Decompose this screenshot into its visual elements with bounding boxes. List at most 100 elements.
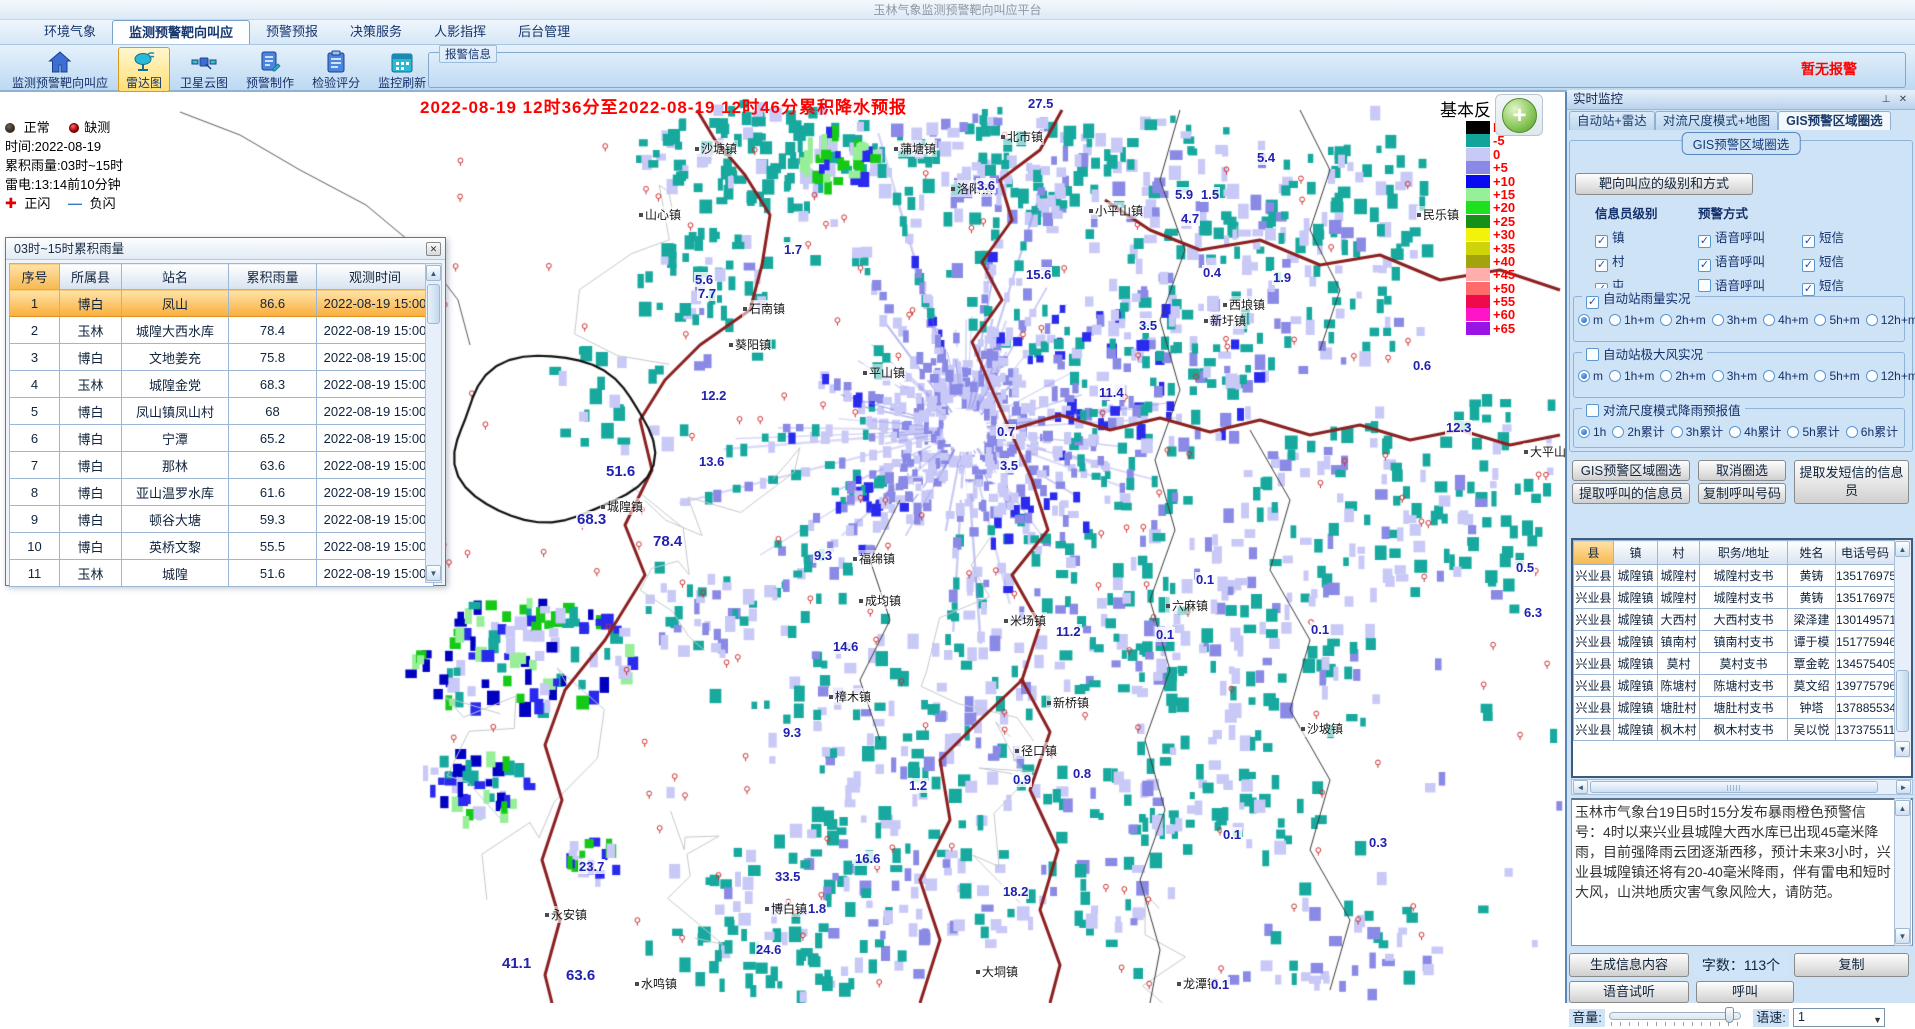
contacts-row[interactable]: 兴业县城隍镇镇南村镇南村支书谭于模151775946 <box>1574 631 1895 653</box>
generate-message-button[interactable]: 生成信息内容 <box>1569 953 1689 977</box>
radio-option-m[interactable]: m <box>1578 313 1603 327</box>
radio-icon[interactable] <box>1660 314 1672 326</box>
radio-icon[interactable] <box>1729 426 1741 438</box>
contacts-col-姓名[interactable]: 姓名 <box>1788 541 1836 565</box>
radio-option-2h+m[interactable]: 2h+m <box>1660 369 1705 383</box>
contacts-col-村[interactable]: 村 <box>1658 541 1700 565</box>
panel-tab-对流尺度模式+地图[interactable]: 对流尺度模式+地图 <box>1655 111 1778 130</box>
contacts-row[interactable]: 兴业县城隍镇城隍村城隍村支书黄铸135176975 <box>1574 565 1895 587</box>
scrollbar-thumb[interactable] <box>1896 670 1909 732</box>
toolbar-button-预警制作[interactable]: 预警制作 <box>238 47 302 92</box>
rain-col-所属县[interactable]: 所属县 <box>60 264 122 290</box>
radio-icon[interactable] <box>1814 370 1826 382</box>
level-mode-button[interactable]: 靶向叫应的级别和方式 <box>1575 173 1753 195</box>
radio-option-2h累计[interactable]: 2h累计 <box>1612 423 1664 440</box>
rain-table-row[interactable]: 9博白顿谷大塘59.32022-08-19 15:00 <box>10 506 434 533</box>
cancel-select-button[interactable]: 取消圈选 <box>1698 460 1786 481</box>
extract-call-button[interactable]: 提取呼叫的信息员 <box>1572 483 1690 504</box>
radio-option-1h[interactable]: 1h <box>1578 425 1606 439</box>
contacts-col-镇[interactable]: 镇 <box>1614 541 1658 565</box>
scroll-right-icon[interactable]: ► <box>1896 780 1911 794</box>
warning-message-text[interactable]: 玉林市气象台19日5时15分发布暴雨橙色预警信号：4时以来兴业县城隍大西水库已出… <box>1571 798 1913 946</box>
contacts-col-职务/地址[interactable]: 职务/地址 <box>1700 541 1788 565</box>
radio-option-4h累计[interactable]: 4h累计 <box>1729 423 1781 440</box>
contacts-row[interactable]: 兴业县城隍镇塘肚村塘肚村支书钟塔137885534 <box>1574 697 1895 719</box>
radio-icon[interactable] <box>1712 370 1724 382</box>
contacts-col-电话号码[interactable]: 电话号码 <box>1836 541 1895 565</box>
scroll-down-icon[interactable]: ▼ <box>1895 928 1910 944</box>
checkbox-语音呼叫[interactable]: ✓ <box>1698 235 1711 248</box>
rain-col-序号[interactable]: 序号 <box>10 264 60 290</box>
radio-icon[interactable] <box>1763 314 1775 326</box>
rain-col-站名[interactable]: 站名 <box>122 264 229 290</box>
copy-number-button[interactable]: 复制呼叫号码 <box>1698 483 1786 504</box>
contacts-row[interactable]: 兴业县城隍镇枫木村枫木村支书吴以悦137375511 <box>1574 719 1895 741</box>
checkbox-对流尺度模式降雨预报值[interactable] <box>1586 404 1599 417</box>
rain-table-scrollbar[interactable]: ▲ ▼ <box>425 263 442 583</box>
rain-table-row[interactable]: 1博白凤山86.62022-08-19 15:00 <box>10 290 434 317</box>
rain-table-row[interactable]: 11玉林城隍51.62022-08-19 15:00 <box>10 560 434 587</box>
rain-table-row[interactable]: 2玉林城隍大西水库78.42022-08-19 15:00 <box>10 317 434 344</box>
scrollbar-thumb[interactable] <box>1590 781 1878 793</box>
radio-icon[interactable] <box>1866 370 1878 382</box>
radio-option-m[interactable]: m <box>1578 369 1603 383</box>
checkbox-自动站雨量实况[interactable]: ✓ <box>1586 296 1599 309</box>
rain-table-row[interactable]: 3博白文地姜充75.82022-08-19 15:00 <box>10 344 434 371</box>
rain-table-row[interactable]: 4玉林城隍金党68.32022-08-19 15:00 <box>10 371 434 398</box>
radio-icon[interactable] <box>1578 314 1590 326</box>
close-icon[interactable]: ✕ <box>1896 93 1910 107</box>
radio-icon[interactable] <box>1612 426 1624 438</box>
radio-option-5h+m[interactable]: 5h+m <box>1814 369 1859 383</box>
checkbox-镇[interactable]: ✓ <box>1595 235 1608 248</box>
radio-option-4h+m[interactable]: 4h+m <box>1763 313 1808 327</box>
radio-icon[interactable] <box>1814 314 1826 326</box>
radio-option-5h累计[interactable]: 5h累计 <box>1787 423 1839 440</box>
rain-table-row[interactable]: 6博白宁潭65.22022-08-19 15:00 <box>10 425 434 452</box>
radio-option-6h累计[interactable]: 6h累计 <box>1846 423 1898 440</box>
rain-table-row[interactable]: 7博白那林63.62022-08-19 15:00 <box>10 452 434 479</box>
call-button[interactable]: 呼叫 <box>1696 981 1794 1003</box>
close-icon[interactable]: ✕ <box>426 242 441 256</box>
contacts-row[interactable]: 兴业县城隍镇莫村莫村支书覃金乾134575405 <box>1574 653 1895 675</box>
rain-col-累积雨量[interactable]: 累积雨量 <box>229 264 317 290</box>
panel-tab-自动站+雷达[interactable]: 自动站+雷达 <box>1569 111 1655 130</box>
contacts-row[interactable]: 兴业县城隍镇大西村大西村支书梁泽建130149571 <box>1574 609 1895 631</box>
menu-tab-监测预警靶向叫应[interactable]: 监测预警靶向叫应 <box>112 20 250 44</box>
radio-icon[interactable] <box>1763 370 1775 382</box>
radio-option-3h+m[interactable]: 3h+m <box>1712 369 1757 383</box>
panel-tab-GIS预警区域圈选[interactable]: GIS预警区域圈选 <box>1778 111 1891 130</box>
contacts-col-县[interactable]: 县 <box>1574 541 1614 565</box>
pin-icon[interactable]: ⊥ <box>1879 93 1893 107</box>
toolbar-button-监控刷新[interactable]: 监控刷新 <box>370 47 434 92</box>
radio-option-5h+m[interactable]: 5h+m <box>1814 313 1859 327</box>
checkbox-短信[interactable]: ✓ <box>1802 259 1815 272</box>
menu-tab-人影指挥[interactable]: 人影指挥 <box>418 20 502 44</box>
radio-option-1h+m[interactable]: 1h+m <box>1609 369 1654 383</box>
toolbar-button-监测预警靶向叫应[interactable]: 监测预警靶向叫应 <box>4 47 116 92</box>
checkbox-语音呼叫[interactable]: ✓ <box>1698 259 1711 272</box>
menu-tab-环境气象[interactable]: 环境气象 <box>28 20 112 44</box>
scroll-up-icon[interactable]: ▲ <box>1895 800 1910 816</box>
gis-select-button[interactable]: GIS预警区域圈选 <box>1572 460 1690 481</box>
scrollbar-thumb[interactable] <box>427 284 440 324</box>
radio-icon[interactable] <box>1712 314 1724 326</box>
scroll-down-icon[interactable]: ▼ <box>426 565 441 581</box>
checkbox-自动站极大风实况[interactable] <box>1586 348 1599 361</box>
radio-option-12h+m[interactable]: 12h+m <box>1866 313 1915 327</box>
speed-select[interactable]: 1▼ <box>1793 1008 1885 1027</box>
radio-icon[interactable] <box>1609 370 1621 382</box>
radio-option-2h+m[interactable]: 2h+m <box>1660 313 1705 327</box>
contacts-row[interactable]: 兴业县城隍镇城隍村城隍村支书黄铸135176975 <box>1574 587 1895 609</box>
scroll-left-icon[interactable]: ◄ <box>1573 780 1588 794</box>
checkbox-语音呼叫[interactable] <box>1698 279 1711 292</box>
radio-icon[interactable] <box>1866 314 1878 326</box>
zoom-in-icon[interactable]: + <box>1502 98 1537 133</box>
radio-icon[interactable] <box>1609 314 1621 326</box>
extract-sms-button[interactable]: 提取发短信的信息员 <box>1794 460 1909 504</box>
scroll-up-icon[interactable]: ▲ <box>1895 541 1910 557</box>
rain-table-row[interactable]: 8博白亚山温罗水库61.62022-08-19 15:00 <box>10 479 434 506</box>
contacts-vscrollbar[interactable]: ▲▼ <box>1894 540 1911 758</box>
toolbar-button-雷达图[interactable]: 雷达图 <box>118 47 170 92</box>
toolbar-button-检验评分[interactable]: 检验评分 <box>304 47 368 92</box>
radio-icon[interactable] <box>1660 370 1672 382</box>
